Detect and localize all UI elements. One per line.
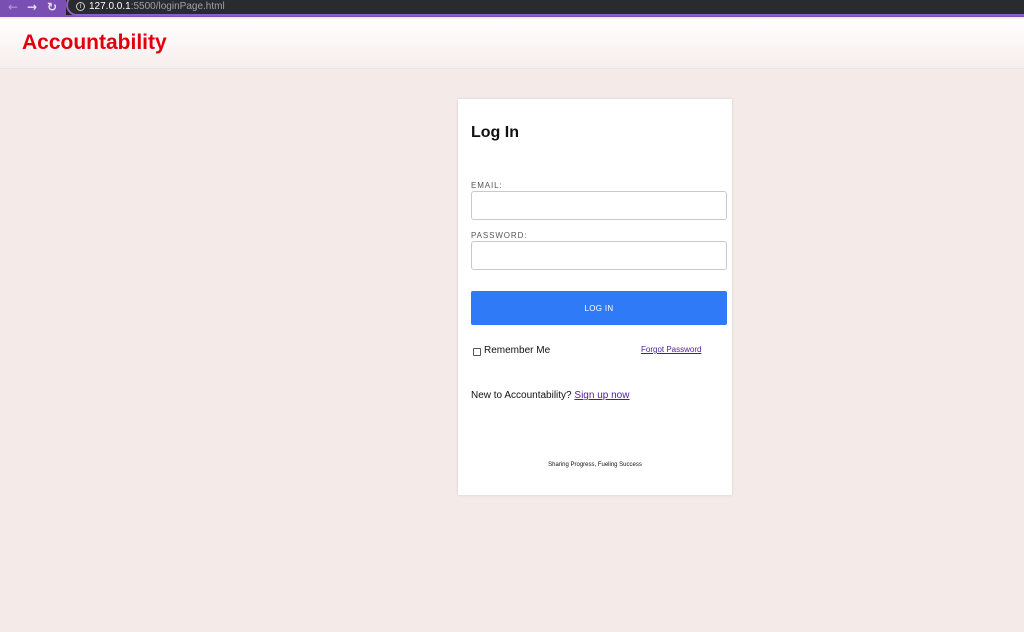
signup-prompt-text: New to Accountability? <box>471 390 572 401</box>
arrow-right-icon[interactable]: → <box>25 0 39 14</box>
url-path: :5500/loginPage.html <box>130 1 225 12</box>
login-button[interactable]: LOG IN <box>471 291 727 325</box>
signup-link[interactable]: Sign up now <box>574 390 629 401</box>
site-header: Accountability <box>0 19 1024 69</box>
browser-toolbar: ← → ↻ i 127.0.0.1:5500/loginPage.html <box>0 0 1024 17</box>
arrow-left-icon[interactable]: ← <box>6 0 20 14</box>
reload-icon[interactable]: ↻ <box>45 0 59 14</box>
login-card: Log In EMAIL: PASSWORD: LOG IN Remember … <box>458 99 732 495</box>
tagline: Sharing Progress, Fueling Success <box>548 462 642 468</box>
signup-prompt: New to Accountability? Sign up now <box>471 390 629 401</box>
url-host: 127.0.0.1 <box>89 1 131 12</box>
email-label: EMAIL: <box>471 181 503 190</box>
brand-logo-text: Accountability <box>22 31 167 54</box>
info-icon[interactable]: i <box>76 2 85 11</box>
email-field[interactable] <box>471 191 727 220</box>
browser-nav-area: ← → ↻ <box>0 0 66 17</box>
url-text[interactable]: 127.0.0.1:5500/loginPage.html <box>89 1 225 12</box>
page-title: Log In <box>471 124 519 141</box>
password-label: PASSWORD: <box>471 231 528 240</box>
address-bar[interactable]: i 127.0.0.1:5500/loginPage.html <box>66 0 1024 16</box>
password-field[interactable] <box>471 241 727 270</box>
remember-me-checkbox[interactable] <box>473 348 481 356</box>
remember-me-label[interactable]: Remember Me <box>484 345 550 356</box>
forgot-password-link[interactable]: Forgot Password <box>641 345 701 354</box>
